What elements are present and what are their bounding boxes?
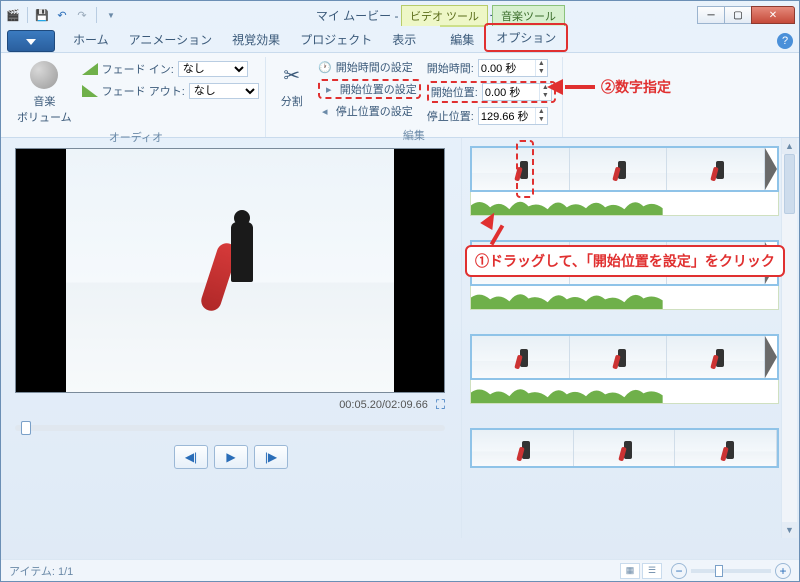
set-stop-pos-button[interactable]: ◂停止位置の設定 — [318, 103, 421, 119]
set-start-pos-button[interactable]: ▸開始位置の設定 — [318, 79, 421, 99]
redo-icon[interactable]: ↷ — [74, 7, 90, 23]
app-icon: 🎬 — [5, 7, 21, 23]
save-icon[interactable]: 💾 — [34, 7, 50, 23]
help-icon[interactable]: ? — [777, 33, 793, 49]
status-items: アイテム: 1/1 — [9, 563, 73, 579]
spinner-up-icon[interactable]: ▲ — [535, 60, 547, 68]
stop-pos-label: 停止位置: — [427, 108, 474, 124]
spinner-down-icon[interactable]: ▼ — [535, 68, 547, 76]
seek-bar[interactable] — [15, 425, 445, 431]
video-clip[interactable] — [470, 428, 779, 468]
scrollbar-thumb[interactable] — [784, 154, 795, 214]
tab-animation[interactable]: アニメーション — [119, 27, 223, 52]
zoom-in-button[interactable]: + — [775, 563, 791, 579]
music-volume-button[interactable]: 音楽 ボリューム — [13, 57, 76, 127]
scroll-up-icon[interactable]: ▲ — [782, 138, 797, 154]
maximize-button[interactable]: ▢ — [724, 6, 752, 24]
view-thumbnails-button[interactable]: ▦ — [620, 563, 640, 579]
set-start-time-button[interactable]: 🕐開始時間の設定 — [318, 59, 421, 75]
play-button[interactable]: ▶ — [214, 445, 248, 469]
tab-visual[interactable]: 視覚効果 — [222, 27, 290, 52]
next-frame-button[interactable]: |▶ — [254, 445, 288, 469]
fullscreen-icon[interactable]: ⛶ — [436, 397, 445, 413]
fade-in-label: フェード イン: — [102, 61, 174, 77]
prev-frame-button[interactable]: ◀| — [174, 445, 208, 469]
spinner-up-icon[interactable]: ▲ — [535, 108, 547, 116]
preview-frame-content — [217, 222, 267, 332]
start-pos-label: 開始位置: — [431, 84, 478, 100]
split-icon: ✂ — [276, 59, 308, 91]
fade-out-label: フェード アウト: — [102, 83, 185, 99]
stop-marker-icon: ◂ — [318, 104, 332, 118]
tab-view[interactable]: 表示 — [382, 27, 426, 52]
annotation-1-arrow — [485, 205, 499, 246]
audio-group-label: オーディオ — [13, 127, 259, 147]
timecode: 00:05.20/02:09.66 — [339, 399, 428, 411]
zoom-out-button[interactable]: − — [671, 563, 687, 579]
start-time-spinner[interactable]: ▲▼ — [478, 59, 548, 77]
start-marker-icon: ▸ — [322, 82, 336, 96]
split-button[interactable]: ✂ 分割 — [272, 57, 312, 111]
undo-icon[interactable]: ↶ — [54, 7, 70, 23]
video-clip[interactable] — [470, 334, 779, 380]
fade-in-select[interactable]: なし — [178, 61, 248, 77]
stop-pos-input[interactable] — [479, 110, 535, 122]
preview-monitor — [15, 148, 445, 393]
annotation-1: ①ドラッグして、「開始位置を設定」をクリック — [465, 245, 785, 277]
qat-dropdown-icon[interactable]: ▼ — [103, 7, 119, 23]
view-details-button[interactable]: ☰ — [642, 563, 662, 579]
close-button[interactable]: ✕ — [751, 6, 795, 24]
tab-edit[interactable]: 編集 — [440, 25, 484, 52]
video-clip[interactable] — [470, 146, 779, 192]
fade-out-select[interactable]: なし — [189, 83, 259, 99]
audio-track[interactable] — [470, 192, 779, 216]
annotation-2: ②数字指定 — [539, 77, 671, 97]
seek-thumb[interactable] — [21, 421, 31, 435]
split-label: 分割 — [281, 93, 303, 109]
tab-home[interactable]: ホーム — [63, 27, 119, 52]
video-tools-tab[interactable]: ビデオ ツール — [401, 5, 488, 26]
stop-pos-spinner[interactable]: ▲▼ — [478, 107, 548, 125]
fade-out-icon — [82, 85, 98, 97]
timeline-scrollbar[interactable]: ▲ ▼ — [781, 138, 797, 538]
file-menu-button[interactable] — [7, 30, 55, 52]
audio-track[interactable] — [470, 380, 779, 404]
music-volume-label: 音楽 ボリューム — [17, 93, 72, 125]
minimize-button[interactable]: ─ — [697, 6, 725, 24]
scroll-down-icon[interactable]: ▼ — [782, 522, 797, 538]
zoom-slider[interactable] — [691, 569, 771, 573]
clock-icon: 🕐 — [318, 60, 332, 74]
audio-track[interactable] — [470, 286, 779, 310]
zoom-thumb[interactable] — [715, 565, 723, 577]
start-pos-input[interactable] — [483, 86, 539, 98]
start-time-label: 開始時間: — [427, 60, 474, 76]
tab-options[interactable]: オプション — [484, 23, 568, 52]
spinner-down-icon[interactable]: ▼ — [535, 116, 547, 124]
speaker-icon — [30, 61, 58, 89]
start-time-input[interactable] — [479, 62, 535, 74]
fade-in-icon — [82, 63, 98, 75]
tab-project[interactable]: プロジェクト — [290, 27, 382, 52]
